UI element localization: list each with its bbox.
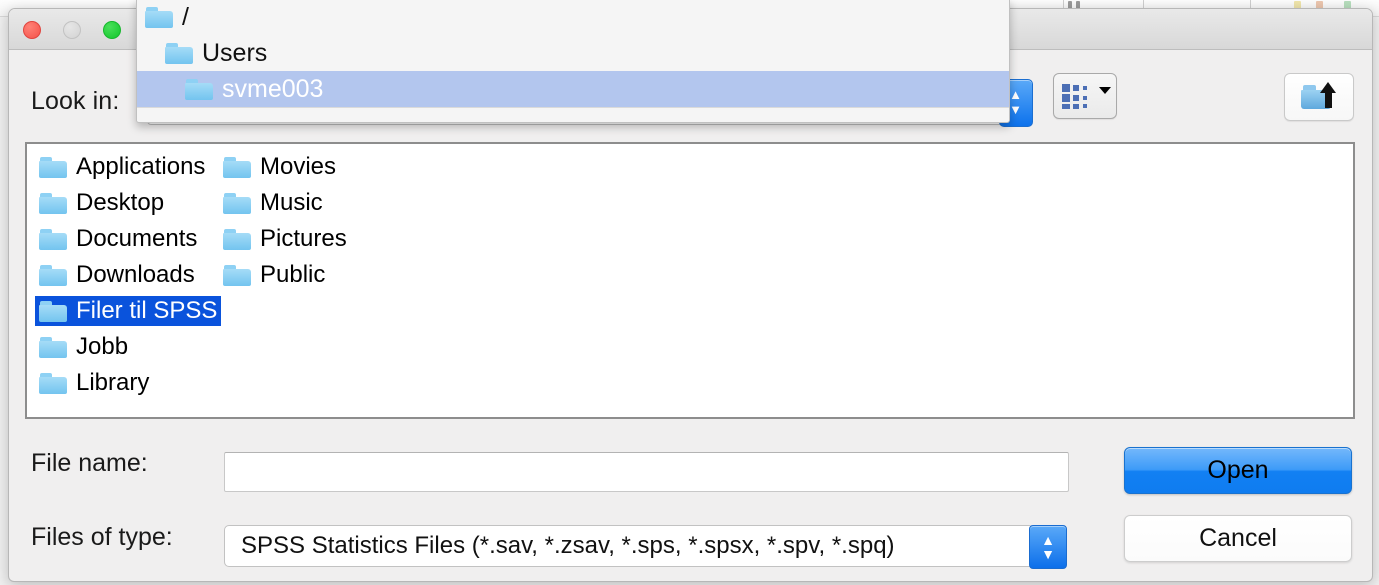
folder-icon [39, 192, 67, 214]
list-item-label: Downloads [76, 261, 195, 288]
chevron-up-icon: ▲ [1009, 87, 1022, 102]
list-item[interactable]: Documents [35, 224, 202, 254]
maximize-window-button[interactable] [103, 21, 121, 39]
list-item[interactable]: Movies [219, 152, 341, 182]
list-item-label: Documents [76, 225, 198, 252]
list-item-selected[interactable]: Filer til SPSS [35, 296, 221, 326]
file-name-label: File name: [31, 449, 148, 477]
list-item-label: Movies [260, 153, 337, 180]
folder-icon [39, 372, 67, 394]
list-item[interactable]: Applications [35, 152, 210, 182]
folder-icon [223, 228, 251, 250]
folder-icon [39, 264, 67, 286]
path-dropdown-popup[interactable]: / Users svme003 [136, 0, 1010, 123]
chevron-down-icon: ▼ [1009, 102, 1022, 117]
up-one-level-button[interactable] [1284, 73, 1354, 121]
dropdown-item-label: / [182, 3, 189, 31]
folder-icon [39, 300, 67, 322]
list-item-label: Public [260, 261, 326, 288]
files-of-type-label: Files of type: [31, 523, 173, 551]
folder-icon [39, 336, 67, 358]
list-item-label: Applications [76, 153, 206, 180]
list-item-label: Music [260, 189, 323, 216]
list-item[interactable]: Music [219, 188, 328, 218]
screen: Look in: ▲ ▼ Applications Desktop Docume… [0, 0, 1379, 585]
folder-icon [223, 156, 251, 178]
chevron-down-icon [1099, 87, 1111, 94]
folder-icon [223, 192, 251, 214]
folder-up-icon [1301, 82, 1339, 111]
folder-icon [185, 78, 213, 100]
list-item-label: Pictures [260, 225, 347, 252]
grid-view-icon [1062, 84, 1096, 109]
view-mode-button[interactable] [1053, 73, 1117, 119]
look-in-label: Look in: [31, 87, 120, 115]
popup-bottom-pad [137, 108, 1009, 121]
dropdown-item-label: svme003 [222, 75, 324, 103]
chevron-up-icon: ▲ [1041, 532, 1055, 548]
folder-icon [165, 42, 193, 64]
dropdown-item-selected[interactable]: svme003 [137, 71, 1009, 107]
files-of-type-combobox[interactable]: SPSS Statistics Files (*.sav, *.zsav, *.… [224, 525, 1069, 569]
list-item[interactable]: Pictures [219, 224, 352, 254]
list-item-label: Library [76, 369, 150, 396]
list-item[interactable]: Downloads [35, 260, 200, 290]
list-item-label: Desktop [76, 189, 165, 216]
folder-icon [223, 264, 251, 286]
file-list[interactable]: Applications Desktop Documents Downloads… [25, 142, 1355, 419]
list-item-label: Jobb [76, 333, 129, 360]
close-window-button[interactable] [23, 21, 41, 39]
files-of-type-stepper[interactable]: ▲ ▼ [1029, 525, 1067, 569]
folder-icon [39, 228, 67, 250]
list-item[interactable]: Desktop [35, 188, 169, 218]
folder-icon [39, 156, 67, 178]
files-of-type-value: SPSS Statistics Files (*.sav, *.zsav, *.… [224, 525, 1032, 567]
dropdown-item-root[interactable]: / [137, 0, 1009, 35]
list-item-label: Filer til SPSS [76, 297, 218, 324]
list-item[interactable]: Public [219, 260, 330, 290]
dropdown-item-label: Users [202, 39, 268, 67]
cancel-button[interactable]: Cancel [1124, 515, 1352, 562]
file-name-input[interactable] [224, 452, 1069, 492]
chevron-down-icon: ▼ [1041, 546, 1055, 562]
dropdown-item-users[interactable]: Users [137, 35, 1009, 71]
minimize-window-button[interactable] [63, 21, 81, 39]
list-item[interactable]: Jobb [35, 332, 133, 362]
folder-icon [145, 6, 173, 28]
list-item[interactable]: Library [35, 368, 154, 398]
open-button[interactable]: Open [1124, 447, 1352, 494]
